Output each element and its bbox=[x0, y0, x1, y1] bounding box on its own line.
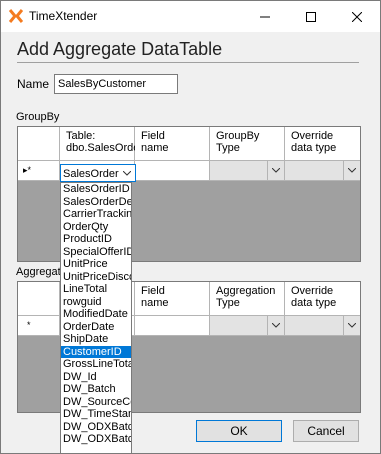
dropdown-option[interactable]: DW_ODXBatc bbox=[61, 421, 131, 434]
chevron-down-icon bbox=[267, 316, 284, 335]
dialog-heading: Add Aggregate DataTable bbox=[17, 39, 223, 59]
groupby-grid-header: Table: dbo.SalesOrde Field name GroupBy … bbox=[18, 127, 360, 161]
dropdown-option[interactable]: rowguid bbox=[61, 296, 131, 309]
dropdown-option[interactable]: GrossLineTotal bbox=[61, 358, 131, 371]
row-header-corner bbox=[18, 127, 60, 161]
dropdown-option[interactable]: DW_Id bbox=[61, 371, 131, 384]
heading-divider bbox=[17, 62, 359, 63]
ok-button[interactable]: OK bbox=[196, 420, 282, 442]
column-header-override-type[interactable]: Override data type bbox=[285, 282, 360, 316]
dropdown-option[interactable]: CustomerID bbox=[61, 345, 131, 358]
cancel-button[interactable]: Cancel bbox=[293, 420, 359, 442]
chevron-down-icon[interactable] bbox=[119, 165, 135, 181]
dropdown-option[interactable]: UnitPriceDisco bbox=[61, 271, 131, 284]
column-header-override-type[interactable]: Override data type bbox=[285, 127, 360, 161]
name-input[interactable]: SalesByCustomer bbox=[54, 74, 178, 94]
dropdown-option[interactable]: OrderQty bbox=[61, 221, 131, 234]
dropdown-option[interactable]: SalesOrderDeta bbox=[61, 196, 131, 209]
field-name-cell[interactable] bbox=[135, 316, 210, 336]
minimize-icon bbox=[260, 16, 270, 17]
close-icon bbox=[352, 11, 362, 22]
title-bar: TimeXtender bbox=[1, 1, 380, 32]
column-header-table[interactable]: Table: dbo.SalesOrde bbox=[60, 127, 139, 161]
dialog-window: TimeXtender Add Aggregate DataTable Name… bbox=[0, 0, 381, 454]
dropdown-option[interactable]: LineTotal bbox=[61, 283, 131, 296]
maximize-button[interactable] bbox=[288, 1, 334, 32]
combobox-value: SalesOrder bbox=[63, 168, 119, 180]
dropdown-option[interactable]: DW_SourceCo bbox=[61, 396, 131, 409]
minimize-button[interactable] bbox=[242, 1, 288, 32]
dropdown-option[interactable]: DW_ODXBatch bbox=[61, 433, 131, 446]
dropdown-option[interactable]: DW_Batch bbox=[61, 383, 131, 396]
timextender-logo-icon bbox=[8, 9, 24, 23]
dropdown-option[interactable]: ShipDate bbox=[61, 333, 131, 346]
aggregate-section-label: Aggregat bbox=[16, 266, 61, 278]
column-header-aggregation-type[interactable]: Aggregation Type bbox=[210, 282, 285, 316]
window-title: TimeXtender bbox=[29, 9, 98, 23]
name-label: Name bbox=[17, 77, 50, 91]
groupby-section-label: GroupBy bbox=[16, 111, 60, 123]
row-marker: * bbox=[18, 316, 60, 336]
dropdown-option[interactable]: DW_TimeStam bbox=[61, 408, 131, 421]
table-field-combobox[interactable]: SalesOrder bbox=[60, 164, 136, 182]
column-header-field-name[interactable]: Field name bbox=[135, 127, 210, 161]
dropdown-option[interactable]: UnitPrice bbox=[61, 258, 131, 271]
dropdown-option[interactable]: OrderDate bbox=[61, 321, 131, 334]
chevron-down-icon bbox=[343, 316, 360, 335]
maximize-icon bbox=[306, 11, 316, 22]
dropdown-option[interactable]: SalesOrderID bbox=[61, 183, 131, 196]
row-header-corner bbox=[18, 282, 60, 316]
row-marker: ▸* bbox=[18, 161, 60, 181]
override-type-select[interactable] bbox=[285, 161, 360, 181]
aggregation-type-select[interactable] bbox=[210, 316, 285, 336]
column-header-field-name[interactable]: Field name bbox=[135, 282, 210, 316]
dropdown-option[interactable]: SpecialOfferID bbox=[61, 246, 131, 259]
chevron-down-icon bbox=[267, 161, 284, 180]
dropdown-option[interactable]: ModifiedDate bbox=[61, 308, 131, 321]
chevron-down-icon bbox=[343, 161, 360, 180]
field-dropdown-list[interactable]: SalesOrderIDSalesOrderDetaCarrierTrackin… bbox=[60, 182, 132, 453]
override-type-select[interactable] bbox=[285, 316, 360, 336]
dropdown-option[interactable]: CarrierTracking bbox=[61, 208, 131, 221]
dropdown-option[interactable]: ProductID bbox=[61, 233, 131, 246]
field-name-cell[interactable] bbox=[135, 161, 210, 181]
column-header-groupby-type[interactable]: GroupBy Type bbox=[210, 127, 285, 161]
close-button[interactable] bbox=[334, 1, 380, 32]
groupby-type-select[interactable] bbox=[210, 161, 285, 181]
